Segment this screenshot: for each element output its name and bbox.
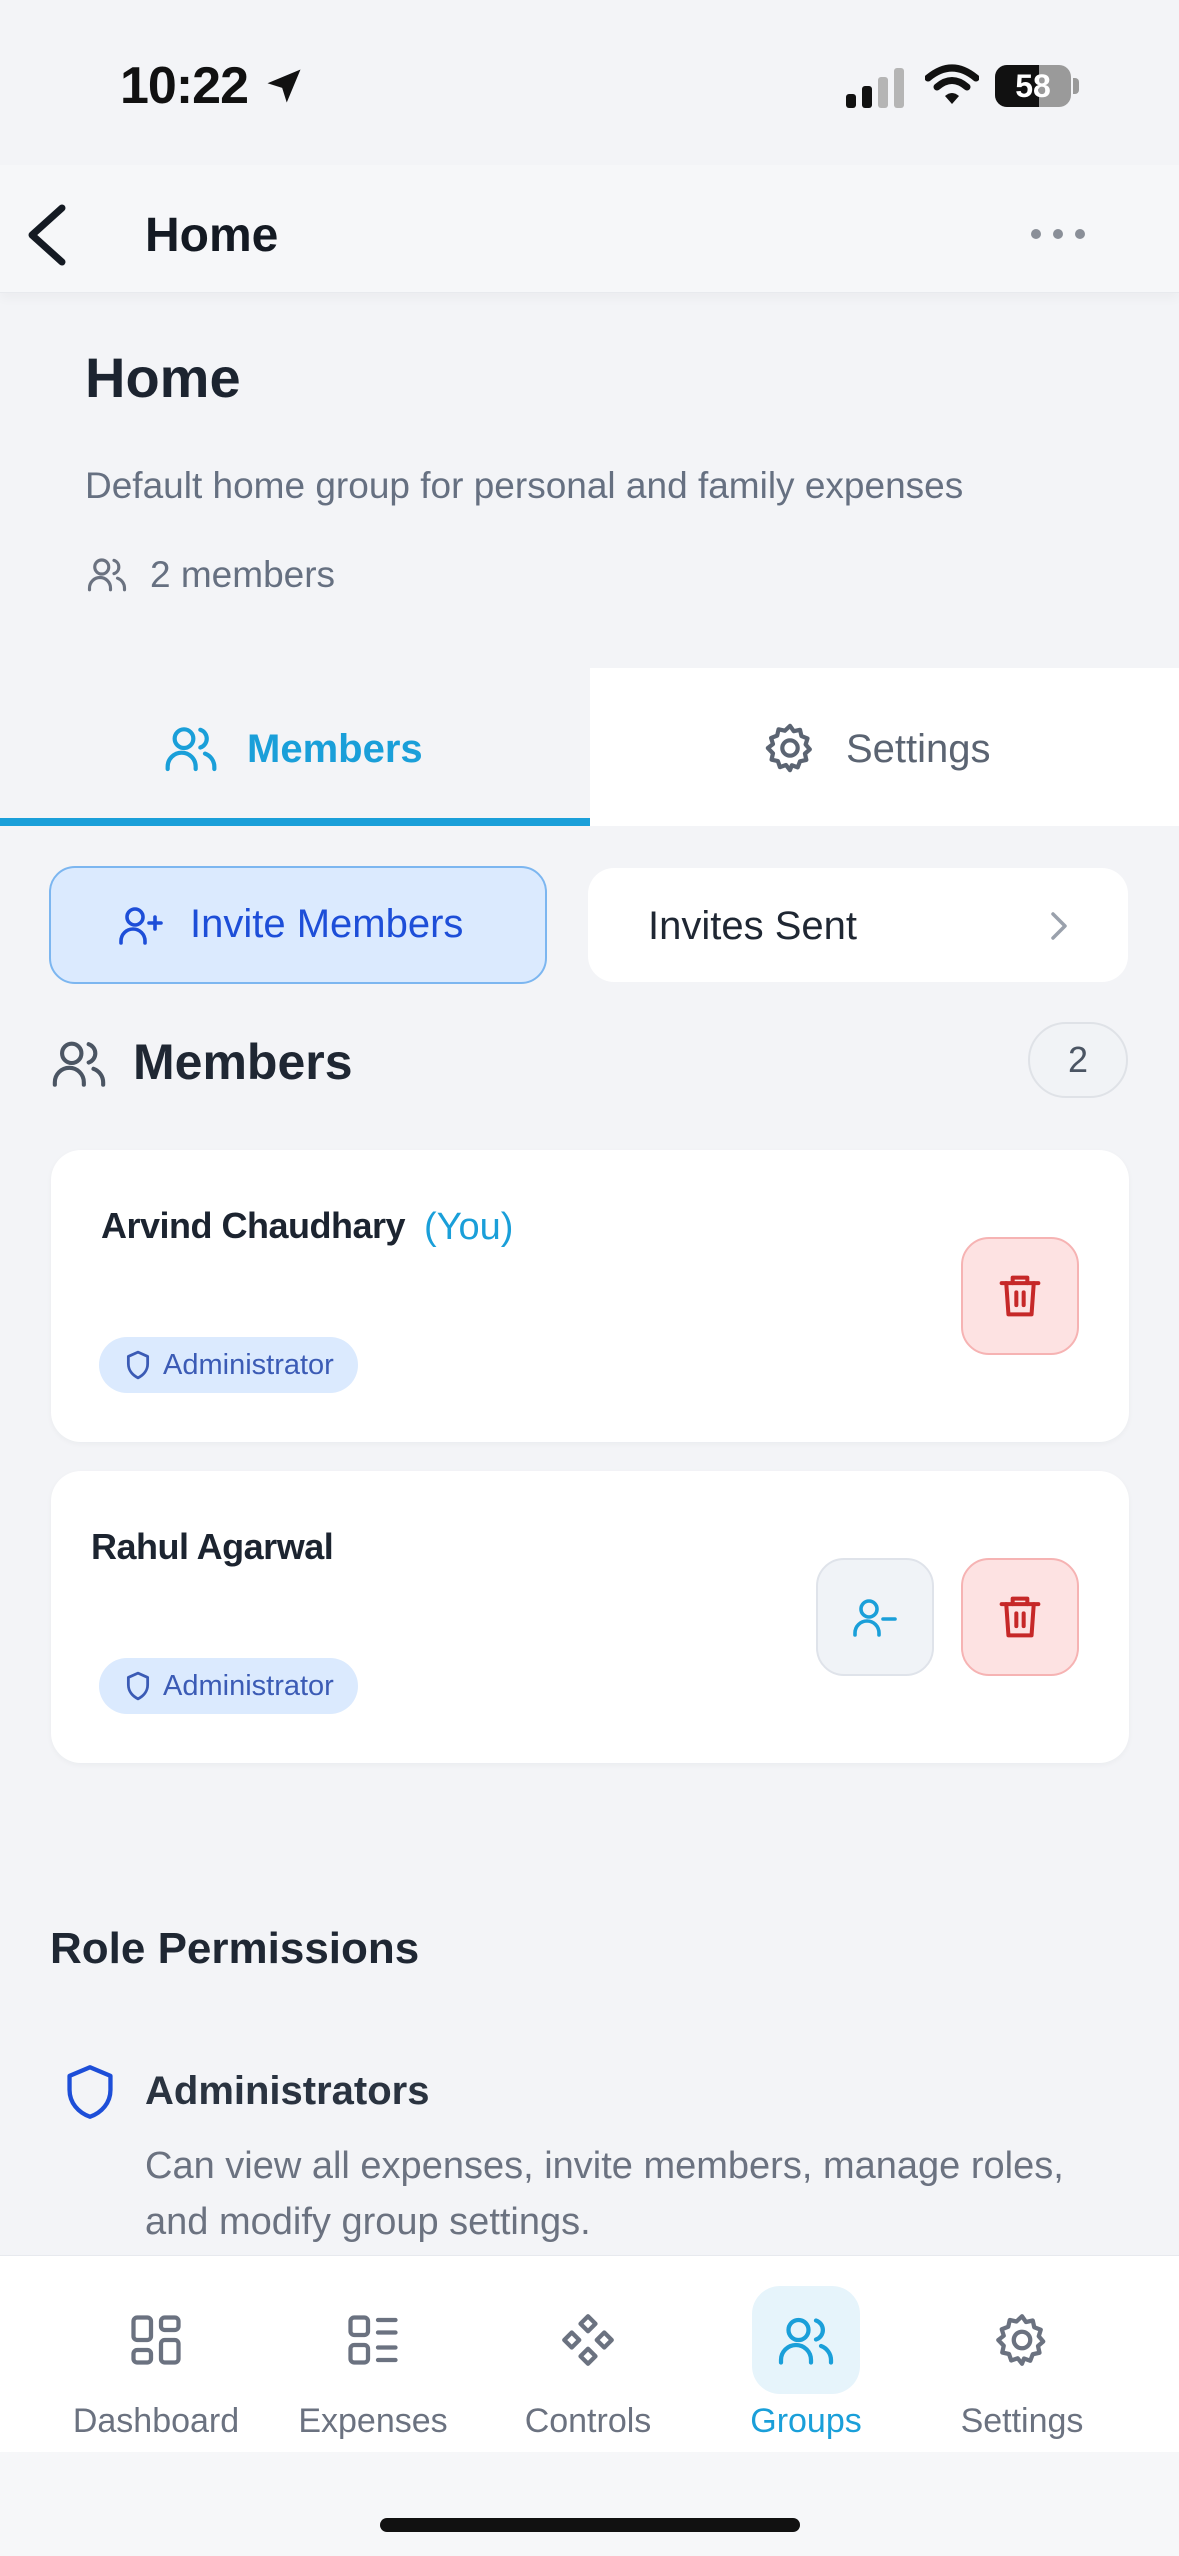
delete-member-button[interactable] <box>961 1558 1079 1676</box>
dashboard-icon <box>131 2315 181 2365</box>
tab-settings-label[interactable]: Settings <box>846 727 991 772</box>
tabbar-groups[interactable]: Groups <box>706 2300 906 2441</box>
tabbar-label: Expenses <box>298 2402 448 2440</box>
active-tab-indicator <box>0 818 590 826</box>
invite-members-label[interactable]: Invite Members <box>190 902 463 947</box>
member-count-text: 2 members <box>150 554 336 595</box>
role-label: Administrator <box>163 1349 334 1381</box>
permission-role-name: Administrators <box>145 2069 430 2113</box>
trash-icon <box>999 1275 1041 1317</box>
group-title: Home <box>85 346 241 409</box>
more-options-icon[interactable] <box>1028 222 1088 246</box>
tabbar-label: Settings <box>960 2402 1084 2440</box>
invites-sent-label[interactable]: Invites Sent <box>648 904 857 949</box>
user-plus-icon <box>119 907 163 945</box>
role-badge: Administrator <box>99 1337 358 1393</box>
members-section-heading: Members <box>133 1034 353 1090</box>
users-icon <box>52 1041 106 1087</box>
shield-icon <box>67 2065 113 2119</box>
users-icon <box>87 558 127 592</box>
home-indicator[interactable] <box>380 2518 800 2532</box>
users-icon <box>165 727 217 772</box>
role-label: Administrator <box>163 1670 334 1702</box>
gear-icon <box>996 2314 1046 2366</box>
member-name: Arvind Chaudhary <box>101 1205 406 1246</box>
status-time: 10:22 <box>120 57 249 115</box>
battery-indicator: 58 <box>995 65 1079 107</box>
tabbar-expenses[interactable]: Expenses <box>273 2300 473 2441</box>
home-indicator-area <box>0 2452 1179 2556</box>
user-minus-icon <box>853 1599 897 1637</box>
trash-icon <box>999 1596 1041 1638</box>
nav-title: Home <box>145 209 279 262</box>
cellular-signal-icon <box>846 68 904 108</box>
member-name: Rahul Agarwal <box>91 1526 334 1567</box>
remove-member-button[interactable] <box>816 1558 934 1676</box>
group-description: Default home group for personal and fami… <box>85 465 964 506</box>
you-tag: (You) <box>424 1206 514 1248</box>
tab-members-label[interactable]: Members <box>247 727 423 772</box>
shield-icon <box>126 1350 150 1380</box>
back-chevron-icon[interactable] <box>18 200 78 270</box>
battery-percent: 58 <box>1015 68 1051 104</box>
tabbar-settings[interactable]: Settings <box>922 2300 1122 2441</box>
shield-icon <box>126 1671 150 1701</box>
delete-member-button[interactable] <box>961 1237 1079 1355</box>
controls-icon <box>562 2314 614 2366</box>
tabbar-dashboard[interactable]: Dashboard <box>56 2300 256 2441</box>
tabbar-label: Dashboard <box>72 2402 240 2440</box>
users-icon <box>778 2317 834 2365</box>
chevron-right-icon <box>1051 912 1067 940</box>
gear-icon <box>765 723 812 773</box>
tabbar-controls[interactable]: Controls <box>488 2300 688 2441</box>
location-arrow-icon <box>267 69 301 103</box>
permission-description: Can view all expenses, invite members, m… <box>145 2145 1064 2243</box>
tabbar-label: Controls <box>524 2402 652 2440</box>
role-badge: Administrator <box>99 1658 358 1714</box>
role-permissions-heading: Role Permissions <box>50 1924 420 1973</box>
members-count-badge: 2 <box>1028 1022 1128 1098</box>
list-icon <box>348 2315 398 2365</box>
tabbar-label: Groups <box>750 2402 862 2440</box>
wifi-icon <box>925 64 979 104</box>
